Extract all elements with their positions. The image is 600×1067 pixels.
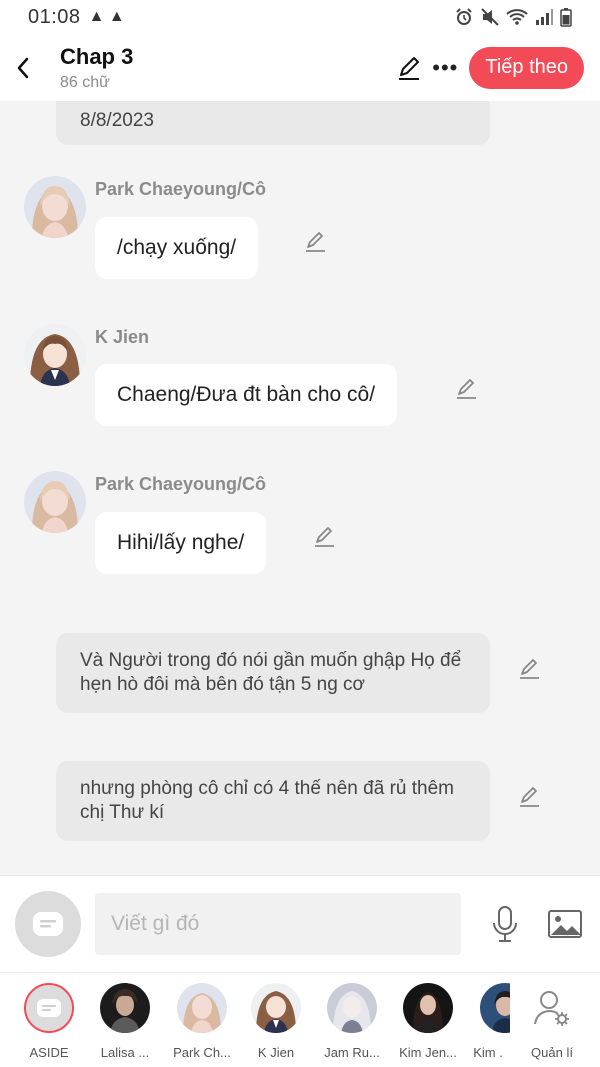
warning-icons: ▲ ▲ [88,8,125,25]
word-count: 86 chữ [60,73,110,91]
voice-button[interactable] [485,904,525,944]
character-label: K Jien [257,1045,295,1060]
title-block: Chap 3 86 chữ [60,44,133,92]
narration-text: 8/8/2023 [80,110,154,131]
status-icons [454,7,572,27]
avatar[interactable] [24,471,86,533]
narration-top[interactable]: 8/8/2023 [56,101,490,145]
character-k-jien[interactable]: K Jien [241,983,311,1060]
pencil-icon [306,232,325,252]
aside-avatar [24,983,74,1033]
character-label: Quản lí [531,1045,573,1060]
message-bubble[interactable]: Chaeng/Đưa đt bàn cho cô/ [95,364,398,426]
character-lalisa[interactable]: Lalisa ... [90,983,160,1060]
speaker-name: Park Chaeyoung/Cô [95,179,267,199]
avatar-kimjen-image [403,983,453,1033]
back-button[interactable] [0,34,46,101]
message-bubble[interactable]: /chạy xuống/ [95,217,259,279]
character-label: Kim . [473,1045,503,1060]
avatar-lalisa-image [100,983,150,1033]
edit-message-button[interactable] [453,374,481,402]
message-input[interactable] [95,893,461,955]
avatar[interactable] [24,176,86,238]
avatar [251,983,301,1033]
character-bar: ASIDE Lalisa ... Park Ch... K Jien Jam R… [0,972,600,1067]
avatar-jamru-image [327,983,377,1033]
pencil-icon [520,659,539,679]
character-label: ASIDE [29,1045,69,1060]
signal-icon [536,9,553,25]
narration-block[interactable]: nhưng phòng cô chỉ có 4 thế nên đã rủ th… [56,761,490,841]
avatar[interactable] [24,324,86,386]
avatar [480,983,510,1033]
character-park-chaeyoung[interactable]: Park Ch... [167,983,237,1060]
user-settings-icon [534,991,569,1026]
status-time: 01:08 [28,5,81,28]
aside-icon [37,999,61,1017]
speaker-name: Park Chaeyoung/Cô [95,474,267,494]
message-bubble[interactable]: Hihi/lấy nghe/ [95,512,267,574]
character-label: Jam Ru... [324,1045,380,1060]
narration-text: Và Người trong đó nói gần muốn ghập Họ đ… [80,650,462,695]
avatar [100,983,150,1033]
image-button[interactable] [545,904,585,944]
chat-area[interactable]: 8/8/2023 Park Chaeyoung/Cô /chạy xuống/ … [0,101,600,875]
pencil-icon [520,787,539,807]
character-label: Kim Jen... [399,1045,457,1060]
top-actions: ••• Tiếp theo [391,46,600,89]
status-bar: 01:08 ▲ ▲ [0,0,600,34]
narration-block[interactable]: Và Người trong đó nói gần muốn ghập Họ đ… [56,633,490,713]
manage-characters-button[interactable]: Quản lí [517,983,587,1060]
avatar-chaeyoung-image [24,471,86,533]
more-icon: ••• [432,54,459,80]
more-button[interactable]: ••• [427,50,463,86]
microphone-icon [493,906,517,942]
avatar-jien-image [251,983,301,1033]
composer-bar [0,875,600,972]
avatar-chaeyoung-image [24,176,86,238]
avatar [177,983,227,1033]
edit-title-button[interactable] [391,50,427,86]
pencil-icon [457,379,476,399]
battery-icon [560,8,572,27]
character-kim[interactable]: Kim . [466,983,510,1060]
chevron-left-icon [17,57,29,78]
manage-icon-wrap [527,983,577,1033]
mute-icon [481,8,499,26]
aside-icon [33,912,63,936]
alarm-icon [456,8,472,25]
avatar-jien-image [24,324,86,386]
avatar [403,983,453,1033]
character-aside[interactable]: ASIDE [14,983,84,1060]
avatar-chaeyoung-image [177,983,227,1033]
next-button[interactable]: Tiếp theo [469,46,584,89]
edit-message-button[interactable] [302,227,330,255]
speaker-name: K Jien [95,327,150,347]
image-icon [548,910,582,938]
edit-narration-button[interactable] [516,654,544,682]
character-jam-ru[interactable]: Jam Ru... [317,983,387,1060]
top-bar: Chap 3 86 chữ ••• Tiếp theo [0,34,600,101]
character-label: Lalisa ... [100,1045,150,1060]
character-kim-jen[interactable]: Kim Jen... [393,983,463,1060]
wifi-icon [506,9,528,25]
avatar [327,983,377,1033]
edit-narration-button[interactable] [516,782,544,810]
edit-message-button[interactable] [311,522,339,550]
aside-toggle-button[interactable] [15,891,81,957]
avatar-kim-image [480,983,510,1033]
narration-text: nhưng phòng cô chỉ có 4 thế nên đã rủ th… [80,778,454,823]
character-label: Park Ch... [173,1045,231,1060]
page-title: Chap 3 [60,43,134,69]
pencil-icon [399,56,420,80]
pencil-icon [315,527,334,547]
